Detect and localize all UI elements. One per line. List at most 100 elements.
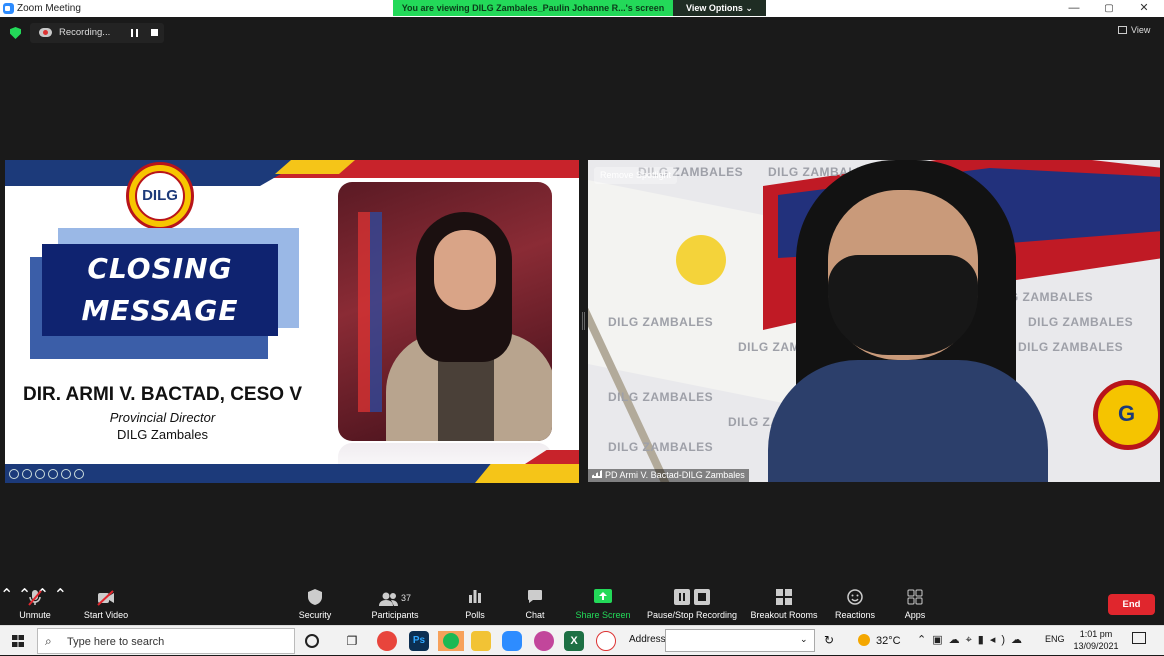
unmute-label: Unmute (19, 610, 51, 620)
polls-label: Polls (465, 610, 485, 620)
close-button[interactable]: ✕ (1129, 1, 1159, 16)
portrait-flag (358, 212, 382, 412)
chat-icon (520, 589, 550, 607)
maximize-button[interactable]: ▢ (1094, 1, 1124, 16)
participant-video: DILG ZAMBALES DILG ZAMBALES DILG ZAMBALE… (588, 160, 1160, 482)
temperature: 32°C (876, 635, 901, 647)
task-view-icon[interactable]: ❐ (342, 631, 362, 651)
photoshop-icon[interactable]: Ps (409, 631, 429, 651)
bg-watermark: DILG ZAMBALES (608, 315, 714, 329)
pen-icon[interactable] (35, 469, 45, 479)
breakout-rooms-label: Breakout Rooms (750, 610, 818, 620)
apps-button[interactable]: Apps (898, 585, 932, 625)
unmute-button[interactable]: Unmute (14, 585, 56, 625)
bg-dilg-seal: G (1093, 380, 1160, 450)
muted-mic-icon (14, 589, 56, 607)
next-slide-icon[interactable] (22, 469, 32, 479)
minimize-button[interactable]: — (1059, 1, 1089, 16)
recording-label: Recording... (59, 27, 111, 38)
view-button[interactable]: View (1118, 25, 1150, 35)
chat-button[interactable]: Chat (520, 585, 550, 625)
chrome-profile-icon[interactable] (534, 631, 554, 651)
person-shirt (768, 360, 1048, 482)
notifications-icon[interactable] (1132, 632, 1146, 644)
breakout-rooms-button[interactable]: Breakout Rooms (749, 585, 819, 625)
bg-watermark: DILG ZAMBALES (1028, 315, 1134, 329)
zoom-app-icon[interactable] (502, 631, 522, 651)
pause-recording-icon[interactable] (131, 29, 138, 37)
spotify-tile[interactable] (438, 631, 464, 651)
participant-count: 37 (400, 593, 411, 603)
reactions-button[interactable]: Reactions (833, 585, 877, 625)
taskbar-clock[interactable]: 1:01 pm 13/09/2021 (1070, 628, 1122, 652)
system-tray-icons[interactable]: ⌃▣☁⌖▮◂)☁ (917, 633, 1028, 647)
excel-icon[interactable]: X (564, 631, 584, 651)
portrait-face (434, 230, 496, 310)
bg-watermark: DILG ZAMBALES (608, 440, 714, 454)
window-title: Zoom Meeting (17, 3, 81, 14)
dilg-seal-logo: DILG (126, 162, 194, 230)
participants-label: Participants (371, 610, 419, 620)
reactions-label: Reactions (834, 610, 876, 620)
cloud-record-icon (39, 28, 52, 37)
apps-icon (898, 589, 932, 607)
zoom-logo-icon (3, 3, 14, 14)
panel-resize-handle[interactable] (582, 312, 585, 330)
refresh-icon[interactable]: ↻ (824, 633, 834, 647)
closing-line-2: MESSAGE (81, 294, 239, 327)
file-explorer-icon[interactable] (471, 631, 491, 651)
share-screen-icon (573, 589, 633, 607)
shield-icon (295, 589, 335, 607)
bg-watermark: DILG ZAMBALES (608, 390, 714, 404)
windows-taskbar: ⌕ Type here to search ❐ Ps X Address ⌄ ↻… (0, 625, 1164, 655)
speaker-portrait (338, 182, 552, 441)
more-options-icon[interactable] (74, 469, 84, 479)
windows-start-icon[interactable] (12, 635, 24, 647)
stop-recording-icon[interactable] (151, 29, 158, 36)
encryption-shield-icon[interactable] (10, 27, 21, 39)
bg-seal-letter: G (1118, 401, 1136, 426)
recording-indicator: Recording... (30, 23, 164, 43)
shared-screen-slide: DILG CLOSING MESSAGE DIR. ARMI V. BACTAD… (5, 160, 579, 483)
cortana-icon[interactable] (305, 634, 319, 648)
signal-bars-icon (592, 470, 602, 478)
video-off-icon (80, 589, 132, 607)
speaker-name: DIR. ARMI V. BACTAD, CESO V (22, 384, 303, 405)
language-indicator[interactable]: ENG (1045, 634, 1065, 644)
polls-icon (460, 589, 490, 607)
clock-date: 13/09/2021 (1073, 641, 1119, 651)
paint-icon[interactable] (596, 631, 616, 651)
closing-line-1: CLOSING (87, 252, 233, 285)
view-label: View (1131, 25, 1151, 35)
share-screen-label: Share Screen (575, 610, 631, 620)
participants-button[interactable]: 37 Participants (368, 585, 422, 625)
bg-flag-sun (676, 235, 726, 285)
remove-spotlight-button[interactable]: Remove Spotlight (594, 167, 678, 184)
start-video-label: Start Video (83, 610, 129, 620)
prev-slide-icon[interactable] (9, 469, 19, 479)
breakout-rooms-icon (749, 589, 819, 607)
end-meeting-button[interactable]: End (1108, 594, 1155, 615)
bg-watermark: DILG ZAMBALES (1018, 340, 1124, 354)
zoom-slide-icon[interactable] (61, 469, 71, 479)
slides-grid-icon[interactable] (48, 469, 58, 479)
start-video-button[interactable]: Start Video (80, 585, 132, 625)
share-screen-button[interactable]: Share Screen (573, 585, 633, 625)
address-label: Address (629, 634, 666, 645)
slideshow-controls (9, 469, 87, 480)
pause-stop-recording-label: Pause/Stop Recording (646, 610, 738, 620)
address-input[interactable] (665, 629, 815, 652)
address-dropdown-icon[interactable]: ⌄ (800, 634, 808, 645)
slide-bottom-yellow (475, 464, 579, 483)
taskbar-search-box[interactable]: ⌕ Type here to search (37, 628, 295, 654)
audio-options-chevron-icon[interactable]: ⌃ (0, 587, 13, 604)
view-options-button[interactable]: View Options ⌄ (673, 0, 766, 16)
pause-stop-recording-button[interactable]: Pause/Stop Recording (645, 585, 739, 625)
chrome-icon[interactable] (377, 631, 397, 651)
weather-sun-icon (858, 634, 870, 646)
grid-icon (1118, 26, 1127, 34)
security-button[interactable]: Security (295, 585, 335, 625)
participants-icon: 37 (368, 589, 422, 607)
weather-widget[interactable]: 32°C (858, 634, 901, 647)
polls-button[interactable]: Polls (460, 585, 490, 625)
